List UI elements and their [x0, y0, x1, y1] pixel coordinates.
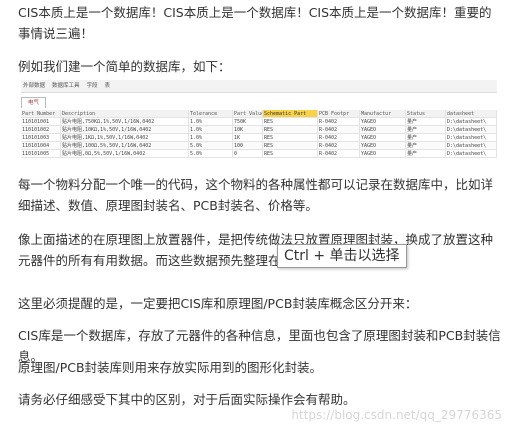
- db-cell[interactable]: RES: [263, 150, 318, 158]
- db-cell[interactable]: 1K: [233, 134, 263, 142]
- db-column-header[interactable]: Description: [61, 110, 189, 118]
- db-cell[interactable]: D:\datasheet\: [446, 118, 497, 126]
- db-table-tab[interactable]: 电气: [21, 97, 47, 108]
- db-column-header[interactable]: Part Number: [21, 110, 61, 118]
- db-cell[interactable]: 贴片电阻,0Ω,5%,50V,1/16W,0402: [61, 150, 189, 158]
- db-column-header[interactable]: datasheet: [446, 110, 497, 118]
- db-cell[interactable]: 110101001: [21, 118, 61, 126]
- db-cell[interactable]: 10K: [233, 126, 263, 134]
- db-cell[interactable]: RES: [263, 134, 318, 142]
- db-cell[interactable]: RES: [263, 126, 318, 134]
- db-cell[interactable]: 量产: [406, 150, 446, 158]
- db-cell[interactable]: YAGEO: [360, 142, 406, 150]
- db-cell[interactable]: YAGEO: [360, 126, 406, 134]
- db-cell[interactable]: 贴片电阻,750KΩ,1%,50V,1/16W,0402: [61, 118, 189, 126]
- db-cell[interactable]: 1.0%: [189, 134, 233, 142]
- db-column-header[interactable]: PCB Footpr: [318, 110, 360, 118]
- db-cell[interactable]: 5.0%: [189, 150, 233, 158]
- db-cell[interactable]: R-0402: [318, 142, 360, 150]
- db-cell[interactable]: R-0402: [318, 126, 360, 134]
- db-table-row[interactable]: 110101003 贴片电阻,1KΩ,1%,50V,1/16W,0402 1.0% 1…: [21, 134, 497, 142]
- db-menu-item[interactable]: 字段: [87, 80, 98, 92]
- db-cell[interactable]: 110101003: [21, 134, 61, 142]
- db-menu-item[interactable]: 外部数据: [23, 80, 45, 92]
- db-cell[interactable]: YAGEO: [360, 118, 406, 126]
- paragraph-footprint-lib: 原理图/PCB封装库则用来存放实际用到的图形化封装。: [18, 360, 323, 375]
- paragraph-intro: CIS本质上是一个数据库！CIS本质上是一个数据库！CIS本质上是一个数据库！重…: [18, 5, 492, 41]
- db-cell[interactable]: YAGEO: [360, 150, 406, 158]
- db-cell[interactable]: RES: [263, 142, 318, 150]
- db-cell[interactable]: 110101005: [21, 150, 61, 158]
- db-cell[interactable]: 110101002: [21, 126, 61, 134]
- db-header-row: Part Number Description Tolerance Part Valu…: [21, 110, 497, 118]
- db-cell[interactable]: 750K: [233, 118, 263, 126]
- db-cell[interactable]: 贴片电阻,1KΩ,1%,50V,1/16W,0402: [61, 134, 189, 142]
- db-cell[interactable]: 量产: [406, 126, 446, 134]
- db-table-row[interactable]: 110101001 贴片电阻,750KΩ,1%,50V,1/16W,0402 1.0…: [21, 118, 497, 126]
- db-column-header[interactable]: Manufactur: [360, 110, 406, 118]
- database-screenshot: 外部数据 数据库工具 字段 表 电气 Part Number Descriptio…: [21, 80, 497, 160]
- db-column-header[interactable]: Part Value: [233, 110, 263, 118]
- db-cell[interactable]: R-0402: [318, 150, 360, 158]
- db-cell[interactable]: D:\datasheet\: [446, 126, 497, 134]
- db-cell[interactable]: 量产: [406, 134, 446, 142]
- db-cell[interactable]: 量产: [406, 142, 446, 150]
- paragraph-material-code: 每一个物料分配一个唯一的代码，这个物料的各种属性都可以记录在数据库中，比如详细描…: [18, 177, 494, 213]
- db-cell[interactable]: D:\datasheet\: [446, 142, 497, 150]
- db-cell[interactable]: R-0402: [318, 134, 360, 142]
- watermark: https://blog.csdn.net/qq_29776365: [291, 408, 502, 422]
- db-column-header[interactable]: Schematic Part: [263, 110, 318, 118]
- db-cell[interactable]: 贴片电阻,10KΩ,1%,50V,1/16W,0402: [61, 126, 189, 134]
- db-cell[interactable]: RES: [263, 118, 318, 126]
- db-cell[interactable]: 5.0%: [189, 142, 233, 150]
- db-menu-item[interactable]: 数据库工具: [52, 80, 80, 92]
- db-tab-strip: 电气: [21, 97, 497, 108]
- db-cell[interactable]: 1.0%: [189, 126, 233, 134]
- db-table-row[interactable]: 110101002 贴片电阻,10KΩ,1%,50V,1/16W,0402 1.0%…: [21, 126, 497, 134]
- ctrl-click-tooltip: Ctrl + 单击以选择: [277, 244, 407, 268]
- db-cell[interactable]: D:\datasheet\: [446, 134, 497, 142]
- db-cell[interactable]: 110101004: [21, 142, 61, 150]
- db-column-header[interactable]: Status: [406, 110, 446, 118]
- db-cell[interactable]: 100: [233, 142, 263, 150]
- paragraph-conclusion: 请务必仔细感受下其中的区别，对于后面实际操作会有帮助。: [18, 392, 356, 407]
- db-cell[interactable]: 1.0%: [189, 118, 233, 126]
- db-table-row[interactable]: 110101005 贴片电阻,0Ω,5%,50V,1/16W,0402 5.0% 0 R…: [21, 150, 497, 158]
- paragraph-reminder: 这里必须提醒的是，一定要把CIS库和原理图/PCB封装库概念区分开来：: [18, 296, 418, 311]
- db-column-header[interactable]: Tolerance: [189, 110, 233, 118]
- paragraph-placement: 像上面描述的在原理图上放置器件，是把传统做法只放置原理图封装，换成了放置这种元器…: [18, 232, 494, 268]
- paragraph-example: 例如我们建一个简单的数据库，如下：: [18, 59, 231, 74]
- db-cell[interactable]: 量产: [406, 118, 446, 126]
- db-menu-item[interactable]: 表: [105, 80, 111, 92]
- db-cell[interactable]: 0: [233, 150, 263, 158]
- db-menu-bar: 外部数据 数据库工具 字段 表: [21, 80, 497, 93]
- db-cell[interactable]: YAGEO: [360, 134, 406, 142]
- db-cell[interactable]: 贴片电阻,100Ω,5%,50V,1/16W,0402: [61, 142, 189, 150]
- db-table-row[interactable]: 110101004 贴片电阻,100Ω,5%,50V,1/16W,0402 5.0%…: [21, 142, 497, 150]
- db-cell[interactable]: R-0402: [318, 118, 360, 126]
- db-table-grid: Part Number Description Tolerance Part Valu…: [21, 110, 497, 158]
- db-cell[interactable]: D:\datasheet\: [446, 150, 497, 158]
